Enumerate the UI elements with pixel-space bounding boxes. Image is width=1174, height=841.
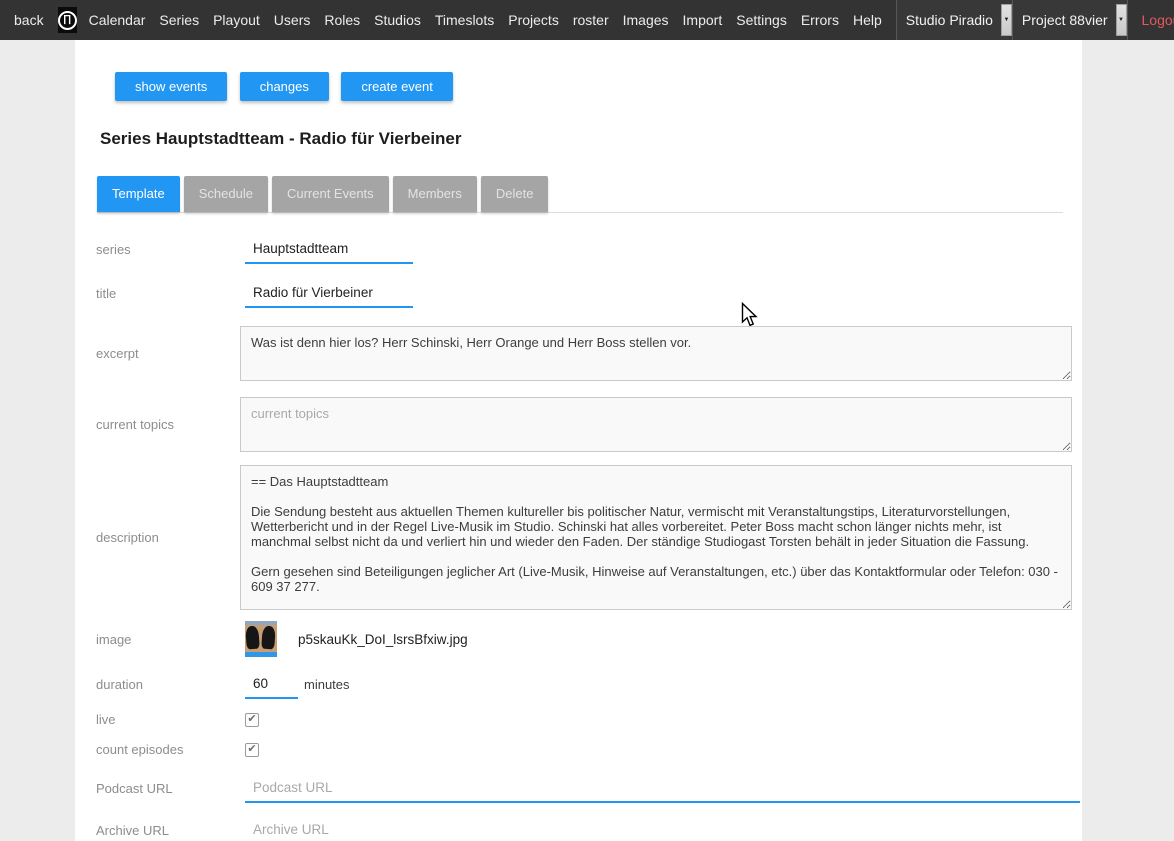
tab-delete[interactable]: Delete <box>481 176 549 212</box>
image-filename: p5skauKk_DoI_lsrsBfxiw.jpg <box>298 632 468 647</box>
nav-item-timeslots[interactable]: Timeslots <box>435 12 494 28</box>
series-template-form: series title excerpt Was ist denn hier l… <box>75 235 1082 841</box>
archive-url-input[interactable] <box>245 816 1080 841</box>
tab-template[interactable]: Template <box>97 176 180 212</box>
description-textarea[interactable]: == Das Hauptstadtteam Die Sendung besteh… <box>240 465 1072 610</box>
content-card: show events changes create event Series … <box>75 40 1082 841</box>
studio-select[interactable]: Studio Piradio ▼ <box>897 0 1012 40</box>
series-input[interactable] <box>245 235 413 264</box>
archive-url-row: Archive URL <box>96 816 1082 841</box>
nav-right-group: Studio Piradio ▼ Project 88vier ▼ Logout… <box>896 0 1174 40</box>
thumbnail-art <box>245 626 260 650</box>
count-episodes-checkbox[interactable]: ✔ <box>245 743 259 757</box>
nav-item-playout[interactable]: Playout <box>213 12 260 28</box>
nav-item-images[interactable]: Images <box>623 12 669 28</box>
nav-item-series[interactable]: Series <box>159 12 199 28</box>
logout-link[interactable]: Logout <box>1142 12 1174 28</box>
nav-item-calendar[interactable]: Calendar <box>89 12 146 28</box>
count-episodes-label: count episodes <box>96 742 245 757</box>
series-row: series <box>96 235 1082 264</box>
duration-unit: minutes <box>304 677 350 692</box>
create-event-button[interactable]: create event <box>341 72 453 101</box>
excerpt-row: excerpt Was ist denn hier los? Herr Schi… <box>96 326 1082 381</box>
tab-bar: Template Schedule Current Events Members… <box>97 176 1063 213</box>
show-events-button[interactable]: show events <box>115 72 227 101</box>
pi-circle-icon: ∏ <box>58 11 77 30</box>
duration-row: duration minutes <box>96 670 1082 699</box>
duration-input[interactable] <box>245 670 298 699</box>
count-episodes-row: count episodes ✔ <box>96 742 1082 757</box>
nav-item-help[interactable]: Help <box>853 12 882 28</box>
current-topics-row: current topics <box>96 397 1082 452</box>
nav-item-studios[interactable]: Studios <box>374 12 421 28</box>
image-label: image <box>96 632 245 647</box>
podcast-url-input[interactable] <box>245 774 1080 803</box>
checkmark-icon: ✔ <box>247 714 256 725</box>
current-topics-textarea[interactable] <box>240 397 1072 452</box>
nav-item-import[interactable]: Import <box>683 12 723 28</box>
title-input[interactable] <box>245 279 413 308</box>
page-title: Series Hauptstadtteam - Radio für Vierbe… <box>100 129 1082 149</box>
nav-item-errors[interactable]: Errors <box>801 12 839 28</box>
dropdown-arrow-icon[interactable]: ▼ <box>1001 4 1012 36</box>
duration-label: duration <box>96 677 245 692</box>
project-select[interactable]: Project 88vier ▼ <box>1013 0 1127 40</box>
top-navbar: back ∏ Calendar Series Playout Users Rol… <box>0 0 1174 40</box>
dropdown-arrow-icon[interactable]: ▼ <box>1116 4 1127 36</box>
nav-item-projects[interactable]: Projects <box>508 12 559 28</box>
current-topics-label: current topics <box>96 417 245 432</box>
thumbnail-art <box>245 652 277 657</box>
archive-url-label: Archive URL <box>96 823 245 838</box>
image-row: image p5skauKk_DoI_lsrsBfxiw.jpg <box>96 621 1082 657</box>
description-row: description == Das Hauptstadtteam Die Se… <box>96 465 1082 610</box>
checkmark-icon: ✔ <box>247 744 256 755</box>
tab-schedule[interactable]: Schedule <box>184 176 268 212</box>
nav-item-users[interactable]: Users <box>274 12 311 28</box>
studio-select-value: Studio Piradio <box>906 12 993 28</box>
thumbnail-art <box>245 621 277 625</box>
excerpt-label: excerpt <box>96 346 245 361</box>
toolbar: show events changes create event <box>75 40 1082 101</box>
live-label: live <box>96 712 245 727</box>
thumbnail-art <box>261 626 276 650</box>
podcast-url-row: Podcast URL <box>96 774 1082 803</box>
series-image-thumbnail[interactable] <box>245 621 277 657</box>
series-label: series <box>96 242 245 257</box>
nav-separator <box>1127 0 1128 40</box>
tab-members[interactable]: Members <box>393 176 477 212</box>
changes-button[interactable]: changes <box>240 72 329 101</box>
title-row: title <box>96 279 1082 308</box>
live-checkbox[interactable]: ✔ <box>245 713 259 727</box>
piradio-logo-icon[interactable]: ∏ <box>58 7 77 33</box>
title-label: title <box>96 286 245 301</box>
podcast-url-label: Podcast URL <box>96 781 245 796</box>
live-row: live ✔ <box>96 712 1082 727</box>
nav-item-settings[interactable]: Settings <box>736 12 787 28</box>
description-label: description <box>96 530 245 545</box>
nav-item-roles[interactable]: Roles <box>324 12 360 28</box>
excerpt-textarea[interactable]: Was ist denn hier los? Herr Schinski, He… <box>240 326 1072 381</box>
nav-item-roster[interactable]: roster <box>573 12 609 28</box>
tab-current-events[interactable]: Current Events <box>272 176 389 212</box>
nav-back-link[interactable]: back <box>14 12 44 28</box>
project-select-value: Project 88vier <box>1022 12 1108 28</box>
